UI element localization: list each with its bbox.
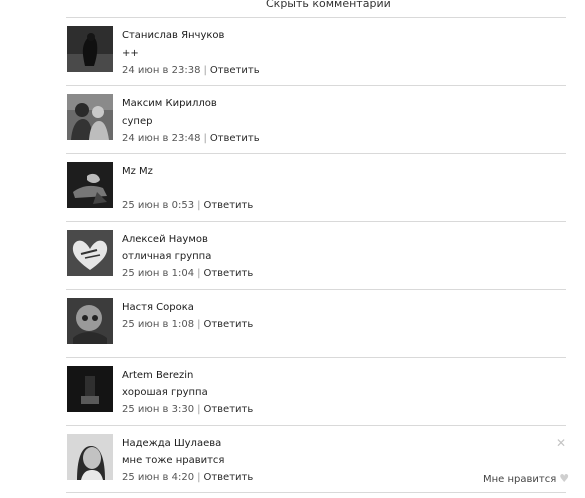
comment-date[interactable]: 25 июн в 3:30 [122, 404, 194, 415]
hide-comments-link[interactable]: Скрыть комментарии [266, 0, 391, 10]
comment-author[interactable]: Алексей Наумов [122, 234, 208, 245]
comment-meta: 25 июн в 1:08 | Ответить [122, 319, 253, 330]
reply-link[interactable]: Ответить [203, 319, 253, 330]
comment-item: Максим Кириллов супер 24 июн в 23:48 | Отв… [66, 85, 566, 154]
comment-date[interactable]: 24 июн в 23:38 [122, 65, 200, 76]
reply-link[interactable]: Ответить [210, 133, 260, 144]
comment-date[interactable]: 25 июн в 0:53 [122, 200, 194, 211]
comment-item: Надежда Шулаева мне тоже нравится 25 июн… [66, 425, 569, 493]
comment-author[interactable]: Mz Mz [122, 166, 153, 177]
comment-date[interactable]: 24 июн в 23:48 [122, 133, 200, 144]
comment-meta: 25 июн в 4:20 | Ответить [122, 472, 253, 483]
reply-link[interactable]: Ответить [210, 65, 260, 76]
comment-author[interactable]: Надежда Шулаева [122, 438, 221, 449]
comment-text: отличная группа [122, 251, 212, 262]
close-icon[interactable]: ✕ [556, 436, 566, 450]
reply-link[interactable]: Ответить [203, 404, 253, 415]
comment-author[interactable]: Станислав Янчуков [122, 30, 224, 41]
comment-text: супер [122, 116, 153, 127]
meta-separator: | [203, 65, 207, 76]
like-label: Мне нравится [483, 474, 557, 485]
comment-text: хорошая группа [122, 387, 208, 398]
reply-link[interactable]: Ответить [203, 268, 253, 279]
comment-author[interactable]: Максим Кириллов [122, 98, 217, 109]
reply-link[interactable]: Ответить [203, 472, 253, 483]
comment-date[interactable]: 25 июн в 4:20 [122, 472, 194, 483]
comment-author[interactable]: Настя Сорока [122, 302, 194, 313]
meta-separator: | [203, 133, 207, 144]
comment-meta: 25 июн в 3:30 | Ответить [122, 404, 253, 415]
comment-item: Настя Сорока 25 июн в 1:08 | Ответить [66, 289, 566, 358]
comment-date[interactable]: 25 июн в 1:04 [122, 268, 194, 279]
comment-item: Станислав Янчуков ++ 24 июн в 23:38 | Отве… [66, 17, 566, 86]
comment-author[interactable]: Artem Berezin [122, 370, 193, 381]
comment-text: мне тоже нравится [122, 455, 225, 466]
comments-header: Скрыть комментарии [0, 0, 585, 12]
avatar[interactable] [67, 94, 113, 140]
comment-item: Mz Mz 25 июн в 0:53 | Ответить [66, 153, 566, 222]
comment-meta: 25 июн в 1:04 | Ответить [122, 268, 253, 279]
reply-link[interactable]: Ответить [203, 200, 253, 211]
comment-meta: 24 июн в 23:48 | Ответить [122, 133, 260, 144]
divider [66, 492, 566, 493]
like-button[interactable]: Мне нравится ♥ [483, 472, 569, 485]
comment-item: Artem Berezin хорошая группа 25 июн в 3:… [66, 357, 566, 426]
avatar[interactable] [67, 366, 113, 412]
comment-text: ++ [122, 48, 139, 59]
avatar[interactable] [67, 434, 113, 480]
avatar[interactable] [67, 162, 113, 208]
avatar[interactable] [67, 26, 113, 72]
heart-icon: ♥ [559, 472, 570, 485]
avatar[interactable] [67, 230, 113, 276]
comment-meta: 25 июн в 0:53 | Ответить [122, 200, 253, 211]
avatar[interactable] [67, 298, 113, 344]
comment-date[interactable]: 25 июн в 1:08 [122, 319, 194, 330]
comment-item: Алексей Наумов отличная группа 25 июн в … [66, 221, 566, 290]
comment-meta: 24 июн в 23:38 | Ответить [122, 65, 260, 76]
